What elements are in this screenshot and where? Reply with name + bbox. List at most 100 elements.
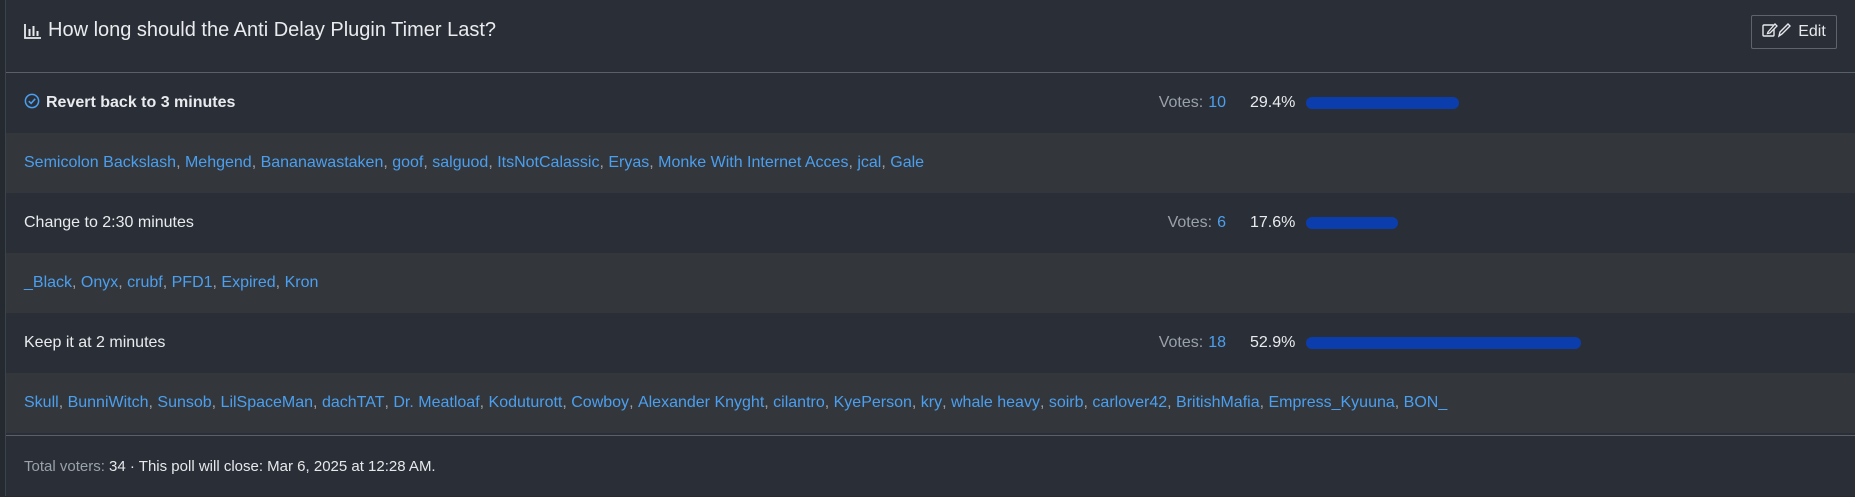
option-text: Revert back to 3 minutes [46, 94, 236, 111]
voter-link[interactable]: Alexander Knyght [638, 394, 764, 412]
voter-separator: , [881, 154, 891, 171]
option-text: Change to 2:30 minutes [24, 214, 194, 231]
voter-separator: , [383, 154, 393, 171]
voter-link[interactable]: carlover42 [1092, 394, 1167, 412]
voter-link[interactable]: Gale [890, 154, 924, 172]
poll-option-label: Change to 2:30 minutes [24, 193, 194, 253]
voter-separator: , [275, 274, 285, 291]
votes-number[interactable]: 18 [1208, 334, 1226, 352]
poll-footer-text: Total voters: 34 · This poll will close:… [24, 436, 436, 496]
voter-separator: , [562, 394, 572, 411]
voter-separator: , [58, 394, 68, 411]
voter-separator: , [599, 154, 609, 171]
poll-option-row: Change to 2:30 minutes Votes: 6 17.6% [6, 193, 1855, 253]
poll-option-row: Keep it at 2 minutes Votes: 18 52.9% [6, 313, 1855, 373]
vote-bar-track [1306, 217, 1826, 229]
voter-link[interactable]: Expired [221, 274, 275, 292]
voter-link[interactable]: crubf [127, 274, 163, 292]
voter-separator: , [1039, 394, 1049, 411]
voter-separator: , [848, 154, 858, 171]
poll-header: How long should the Anti Delay Plugin Ti… [6, 0, 1855, 73]
voter-link[interactable]: PFD1 [172, 274, 213, 292]
voter-separator: , [162, 274, 172, 291]
voter-separator: , [423, 154, 433, 171]
voter-link[interactable]: Skull [24, 394, 59, 412]
voter-link[interactable]: soirb [1049, 394, 1084, 412]
edit-label: Edit [1798, 23, 1826, 40]
voter-link[interactable]: BunniWitch [68, 394, 149, 412]
votes-label: Votes: [1158, 94, 1204, 111]
poll-option-row: Revert back to 3 minutes Votes: 10 29.4% [6, 73, 1855, 133]
votes-number[interactable]: 10 [1208, 94, 1226, 112]
poll-title: How long should the Anti Delay Plugin Ti… [24, 19, 496, 42]
total-voters-label: Total voters: [24, 457, 105, 475]
voter-list: Semicolon Backslash, Mehgend, Bananawast… [24, 133, 924, 193]
votes-label: Votes: [1167, 214, 1213, 231]
votes-count: Votes: 18 [1159, 313, 1226, 373]
voter-link[interactable]: LilSpaceMan [221, 394, 314, 412]
check-circle-icon [24, 93, 40, 114]
option-text: Keep it at 2 minutes [24, 334, 166, 351]
voter-link[interactable]: ItsNotCalassic [497, 154, 599, 172]
voter-separator: , [942, 394, 951, 411]
voter-link[interactable]: kry [921, 394, 942, 412]
vote-bar-track [1306, 97, 1826, 109]
voter-link[interactable]: _Black [24, 274, 72, 292]
voter-list: _Black, Onyx, crubf, PFD1, Expired, Kron [24, 253, 318, 313]
voters-row: _Black, Onyx, crubf, PFD1, Expired, Kron [6, 253, 1855, 313]
votes-count: Votes: 10 [1159, 73, 1226, 133]
vote-bar [1306, 217, 1398, 229]
voters-row: Skull, BunniWitch, Sunsob, LilSpaceMan, … [6, 373, 1855, 433]
voter-link[interactable]: Koduturott [489, 394, 563, 412]
edit-button[interactable]: Edit [1751, 15, 1837, 49]
voter-separator: , [384, 394, 394, 411]
voter-separator: , [1167, 394, 1177, 411]
voter-link[interactable]: Kron [285, 274, 319, 292]
voter-link[interactable]: dachTAT [322, 394, 385, 412]
votes-percent: 29.4% [1250, 94, 1296, 111]
voter-link[interactable]: Eryas [608, 154, 649, 172]
voter-separator: , [649, 154, 659, 171]
voter-link[interactable]: Mehgend [185, 154, 252, 172]
voter-link[interactable]: Cowboy [571, 394, 629, 412]
voter-link[interactable]: Sunsob [157, 394, 211, 412]
voter-link[interactable]: BritishMafia [1176, 394, 1260, 412]
voter-separator: , [176, 154, 185, 171]
edit-icon [1762, 22, 1792, 43]
voter-separator: , [764, 394, 774, 411]
voters-row: Semicolon Backslash, Mehgend, Bananawast… [6, 133, 1855, 193]
voter-separator: , [1394, 394, 1404, 411]
voter-link[interactable]: Bananawastaken [261, 154, 384, 172]
voter-link[interactable]: Dr. Meatloaf [393, 394, 479, 412]
votes-number[interactable]: 6 [1217, 214, 1226, 232]
voter-link[interactable]: goof [392, 154, 423, 172]
voter-separator: , [479, 394, 489, 411]
voter-separator: , [212, 274, 222, 291]
poll-option-label: Revert back to 3 minutes [24, 73, 235, 133]
votes-percent: 52.9% [1250, 334, 1296, 351]
voter-link[interactable]: BON_ [1404, 394, 1448, 412]
voter-link[interactable]: whale heavy [951, 394, 1040, 412]
voter-link[interactable]: salguod [432, 154, 488, 172]
voter-separator: , [148, 394, 158, 411]
voter-link[interactable]: KyePerson [834, 394, 912, 412]
poll-block: How long should the Anti Delay Plugin Ti… [5, 0, 1855, 496]
voter-separator: , [72, 274, 81, 291]
voter-link[interactable]: Monke With Internet Acces [658, 154, 848, 172]
voter-separator: , [1083, 394, 1093, 411]
voter-separator: , [1259, 394, 1269, 411]
voter-link[interactable]: jcal [857, 154, 881, 172]
voter-link[interactable]: cilantro [773, 394, 825, 412]
votes-label: Votes: [1158, 334, 1204, 351]
vote-bar-track [1306, 337, 1826, 349]
bar-chart-icon [24, 23, 42, 39]
vote-bar [1306, 97, 1459, 109]
voter-separator: , [488, 154, 498, 171]
voter-link[interactable]: Semicolon Backslash [24, 154, 176, 172]
poll-title-text: How long should the Anti Delay Plugin Ti… [48, 19, 497, 41]
voter-link[interactable]: Empress_Kyuuna [1268, 394, 1394, 412]
voter-link[interactable]: Onyx [81, 274, 118, 292]
voter-separator: , [118, 274, 128, 291]
votes-percent: 17.6% [1250, 214, 1296, 231]
votes-count: Votes: 6 [1168, 193, 1226, 253]
